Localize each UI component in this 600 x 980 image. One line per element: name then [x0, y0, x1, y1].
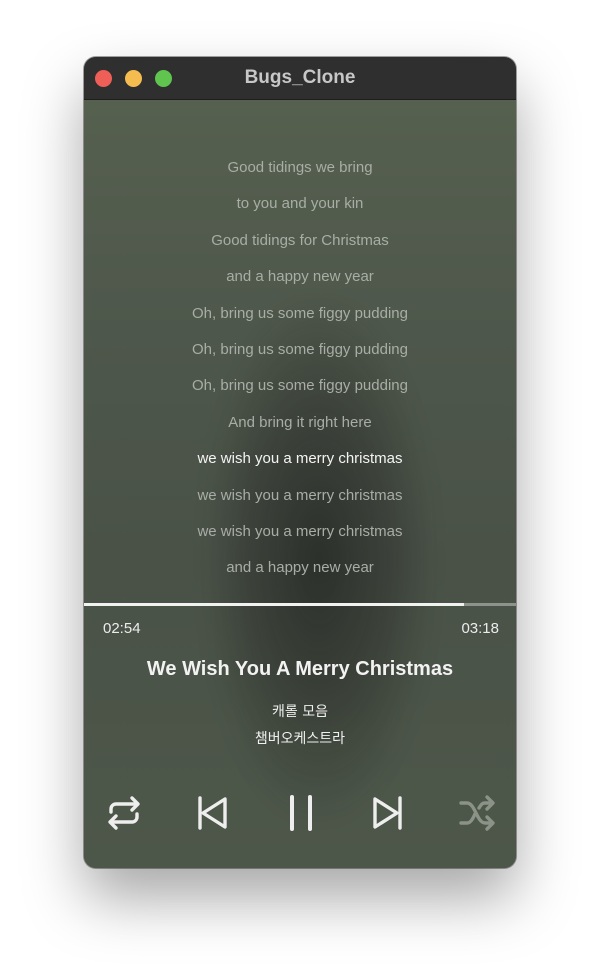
lyric-line[interactable]: we wish you a merry christmas — [84, 514, 516, 550]
lyric-line[interactable]: and a happy new year — [84, 550, 516, 586]
next-button[interactable] — [364, 788, 414, 838]
title-bar[interactable]: Bugs_Clone — [84, 57, 516, 100]
player-view: Good tidings we bring to you and your kin… — [84, 100, 516, 868]
lyrics-list[interactable]: Good tidings we bring to you and your kin… — [84, 150, 516, 587]
song-title: We Wish You A Merry Christmas — [146, 658, 454, 680]
lyric-line[interactable]: Oh, bring us some figgy pudding — [84, 332, 516, 368]
lyric-line-current[interactable]: we wish you a merry christmas — [84, 441, 516, 477]
window-title: Bugs_Clone — [244, 67, 356, 88]
repeat-icon — [108, 796, 140, 830]
pause-icon — [290, 795, 312, 831]
shuffle-button[interactable] — [452, 788, 502, 838]
lyric-line[interactable]: Good tidings we bring — [84, 150, 516, 186]
lyric-line[interactable]: Oh, bring us some figgy pudding — [84, 296, 516, 332]
skip-back-icon — [198, 796, 227, 830]
play-pause-button[interactable] — [276, 788, 326, 838]
app-window: Bugs_Clone Good tidings we bring to you a… — [84, 57, 516, 868]
previous-button[interactable] — [186, 788, 236, 838]
repeat-button[interactable] — [99, 788, 149, 838]
progress-bar[interactable] — [84, 603, 516, 606]
progress-fill — [84, 603, 464, 606]
lyric-line[interactable]: to you and your kin — [84, 186, 516, 222]
artist-name: 챔버오케스트라 — [254, 731, 346, 747]
album-name: 캐롤 모음 — [272, 704, 328, 720]
skip-forward-icon — [373, 796, 402, 830]
playback-controls — [84, 788, 516, 838]
lyric-line[interactable]: we wish you a merry christmas — [84, 478, 516, 514]
lyric-line[interactable]: And bring it right here — [84, 405, 516, 441]
total-time: 03:18 — [461, 620, 499, 637]
lyric-line[interactable]: Oh, bring us some figgy pudding — [84, 368, 516, 404]
elapsed-time: 02:54 — [103, 620, 141, 637]
lyric-line[interactable]: and a happy new year — [84, 259, 516, 295]
lyric-line[interactable]: Good tidings for Christmas — [84, 223, 516, 259]
shuffle-icon — [459, 795, 495, 831]
